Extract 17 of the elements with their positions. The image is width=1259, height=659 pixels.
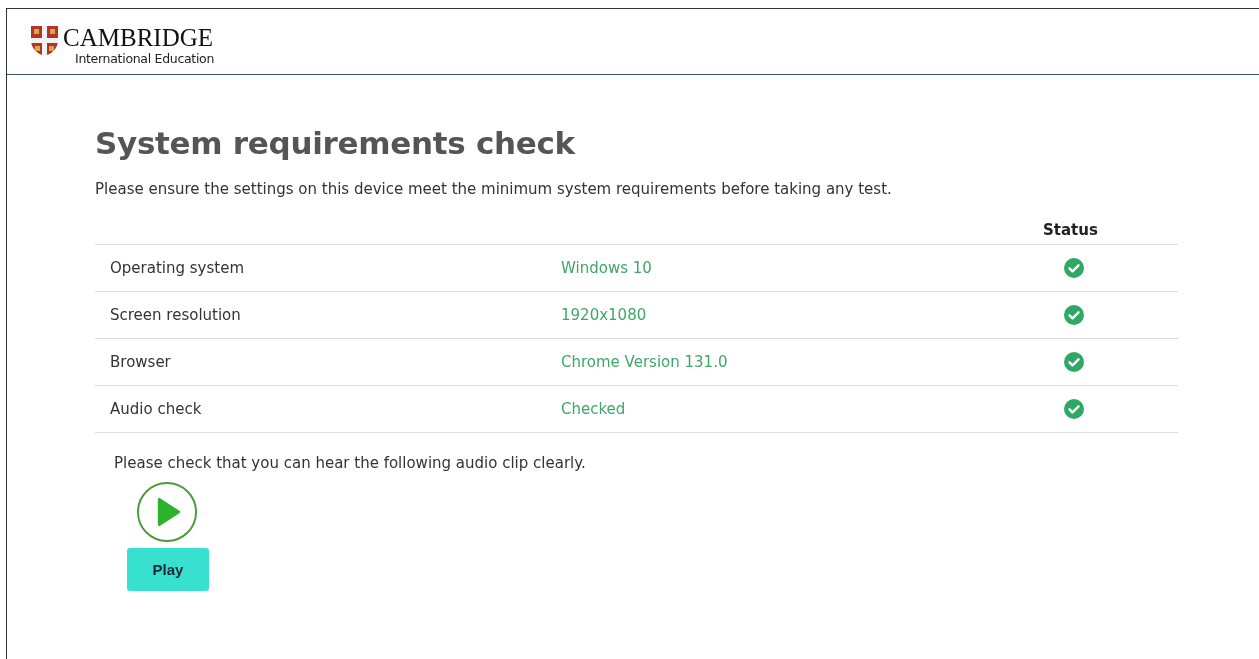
audio-prompt: Please check that you can hear the following audio clip clearly.	[114, 454, 587, 472]
requirement-name: Browser	[110, 353, 172, 371]
logo-title: CAMBRIDGE	[63, 25, 214, 51]
column-header: Status	[1043, 221, 1098, 239]
crest-icon	[30, 25, 59, 57]
intro-text: Please ensure the settings on this device meet the minimum system requirements before taking any test.	[95, 179, 893, 199]
page-title: System requirements check	[95, 125, 577, 161]
requirement-value: Windows 10	[561, 259, 653, 277]
logo-subtitle: International Education	[75, 51, 215, 66]
requirement-name: Audio check	[110, 400, 203, 418]
requirement-value: Chrome Version 131.0	[561, 353, 729, 371]
requirement-value: 1920x1080	[561, 306, 648, 324]
play-button[interactable]: Play	[127, 548, 209, 591]
play-icon[interactable]	[137, 482, 197, 542]
requirement-value: Checked	[561, 400, 627, 418]
requirement-name: Screen resolution	[110, 306, 242, 324]
requirement-name: Operating system	[110, 259, 245, 277]
